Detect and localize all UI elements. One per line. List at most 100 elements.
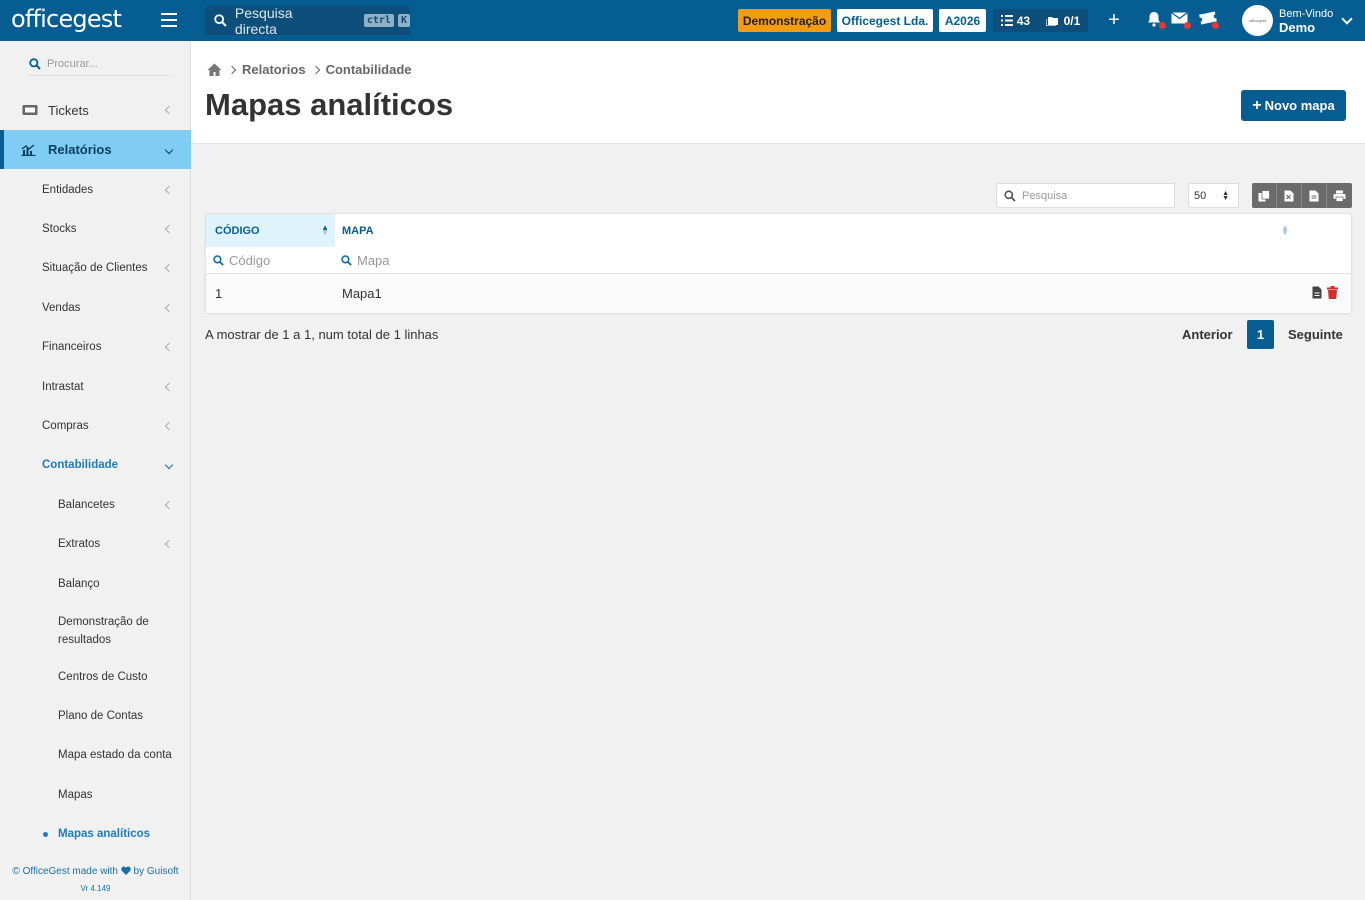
company-selector[interactable]: Officegest Lda. — [837, 9, 933, 32]
sidebar-item-label: Mapa estado da conta — [58, 749, 172, 761]
sidebar-item-centros-custo[interactable]: Centros de Custo — [0, 667, 191, 687]
folders-icon — [1045, 17, 1058, 26]
page-size-select[interactable]: 50 ▲ ▼ — [1188, 183, 1239, 208]
sidebar-item-plano-contas[interactable]: Plano de Contas — [0, 706, 191, 726]
sort-icon: ▲ ▼ — [1281, 223, 1289, 237]
table-search-input[interactable]: Pesquisa — [996, 183, 1175, 208]
sidebar-item-extratos[interactable]: Extratos — [0, 534, 191, 554]
pagination-previous[interactable]: Anterior — [1182, 320, 1233, 349]
chevron-down-icon — [164, 460, 174, 470]
sidebar-item-label: Intrastat — [42, 381, 84, 393]
sidebar-item-vendas[interactable]: Vendas — [0, 298, 191, 318]
sidebar-item-label: Balancetes — [58, 499, 115, 511]
sidebar-item-entidades[interactable]: Entidades — [0, 180, 191, 200]
page-title: Mapas analíticos — [205, 87, 454, 122]
sidebar-item-demonstracao-resultados[interactable]: Demonstração de resultados — [0, 613, 191, 649]
search-icon — [214, 14, 227, 27]
sidebar-item-compras[interactable]: Compras — [0, 416, 191, 436]
filter-codigo-placeholder: Código — [229, 252, 271, 268]
sidebar-item-intrastat[interactable]: Intrastat — [0, 377, 191, 397]
sidebar-item-mapas[interactable]: Mapas — [0, 785, 191, 805]
sidebar-item-stocks[interactable]: Stocks — [0, 219, 191, 239]
chevron-left-icon — [164, 342, 174, 352]
docs-counter[interactable]: 0/1 — [1045, 14, 1080, 28]
sidebar-item-label: Contabilidade — [42, 459, 119, 471]
tasks-count: 43 — [1016, 13, 1031, 28]
chevron-right-icon — [311, 65, 320, 74]
app-logo[interactable]: officegest — [11, 5, 122, 33]
sidebar-item-mapa-estado-conta[interactable]: Mapa estado da conta — [0, 745, 191, 765]
table-info: A mostrar de 1 a 1, num total de 1 linha… — [205, 327, 439, 342]
menu-toggle-icon[interactable] — [161, 13, 177, 27]
chevron-left-icon — [164, 382, 174, 392]
column-header-codigo[interactable]: CÓDIGO ▲ ▼ — [206, 214, 335, 247]
cell-codigo: 1 — [215, 286, 223, 301]
filter-codigo-input[interactable]: Código — [213, 247, 270, 273]
sidebar-item-contabilidade[interactable]: Contabilidade — [0, 455, 191, 475]
trash-icon[interactable] — [1327, 286, 1338, 299]
row-actions — [1312, 286, 1338, 299]
notification-dot — [1159, 22, 1166, 29]
sidebar-search-input[interactable]: Procurar... — [29, 53, 169, 76]
sidebar-item-balanco[interactable]: Balanço — [0, 574, 191, 594]
active-bullet-icon — [43, 831, 48, 837]
search-icon — [29, 58, 41, 70]
sidebar-item-label: Tickets — [48, 102, 89, 118]
notifications-button[interactable] — [1146, 11, 1166, 29]
footer-credit: © OfficeGest made with by Guisoft — [0, 863, 191, 880]
sidebar-item-label: Mapas — [58, 789, 93, 801]
tasks-counter[interactable]: 43 — [1000, 13, 1031, 28]
sort-updown-icon: ▲ ▼ — [1222, 190, 1229, 202]
sidebar-item-balancetes[interactable]: Balancetes — [0, 495, 191, 515]
copy-button[interactable] — [1252, 183, 1277, 208]
file-icon — [1309, 190, 1319, 201]
user-menu[interactable]: officegest Bem-Vindo Demo — [1242, 5, 1353, 36]
pagination-page-1[interactable]: 1 — [1247, 320, 1274, 349]
column-header-mapa[interactable]: MAPA ▲ ▼ — [335, 214, 1351, 247]
search-icon — [341, 254, 352, 266]
sidebar-item-label: Entidades — [42, 184, 94, 196]
home-icon[interactable] — [207, 63, 222, 76]
footer-left-text: © OfficeGest made with — [12, 866, 118, 877]
counters[interactable]: 43 0/1 — [993, 9, 1088, 32]
sidebar: Procurar... Tickets Relatórios Entidades… — [0, 41, 191, 900]
breadcrumb-relatorios[interactable]: Relatorios — [242, 62, 306, 77]
export-buttons — [1252, 183, 1352, 208]
sidebar-item-tickets[interactable]: Tickets — [0, 98, 191, 122]
sidebar-item-mapas-analiticos[interactable]: Mapas analíticos — [0, 824, 191, 844]
printer-icon — [1333, 190, 1346, 202]
quick-add-button[interactable]: + — [1104, 9, 1124, 32]
print-button[interactable] — [1327, 183, 1352, 208]
messages-button[interactable] — [1171, 11, 1191, 29]
filter-mapa-input[interactable]: Mapa — [341, 247, 390, 273]
year-selector[interactable]: A2026 — [939, 9, 986, 32]
chevron-left-icon — [164, 421, 174, 431]
welcome-text: Bem-Vindo — [1279, 7, 1334, 20]
tickets-button[interactable] — [1199, 11, 1219, 29]
table-row[interactable]: 1 Mapa1 — [206, 273, 1351, 313]
heart-icon — [121, 866, 131, 875]
global-search-input[interactable]: Pesquisa directa ctrl K — [205, 5, 410, 37]
sidebar-footer: © OfficeGest made with by Guisoft Vr 4.1… — [0, 863, 191, 897]
kbd-k: K — [397, 14, 410, 27]
sidebar-item-label: Relatórios — [48, 142, 112, 157]
search-icon — [1004, 189, 1016, 202]
chevron-down-icon — [1341, 12, 1353, 25]
plus-icon: + — [1252, 96, 1262, 114]
document-icon[interactable] — [1312, 286, 1322, 299]
new-map-button[interactable]: + Novo mapa — [1241, 90, 1346, 121]
excel-export-button[interactable] — [1277, 183, 1302, 208]
maps-table: CÓDIGO ▲ ▼ MAPA ▲ ▼ Código Mapa 1 Mapa1 — [205, 213, 1352, 313]
sidebar-item-label: Stocks — [42, 223, 77, 235]
chevron-left-icon — [164, 224, 174, 234]
sidebar-item-situacao-clientes[interactable]: Situação de Clientes — [0, 258, 191, 278]
cell-mapa: Mapa1 — [342, 286, 382, 301]
demo-badge[interactable]: Demonstração — [738, 9, 831, 32]
csv-export-button[interactable] — [1302, 183, 1327, 208]
sidebar-item-relatorios[interactable]: Relatórios — [0, 130, 191, 169]
breadcrumb-contabilidade[interactable]: Contabilidade — [326, 62, 412, 77]
sidebar-item-financeiros[interactable]: Financeiros — [0, 337, 191, 357]
pagination-next[interactable]: Seguinte — [1288, 320, 1343, 349]
sidebar-item-label: Mapas analíticos — [58, 828, 151, 840]
column-header-label: CÓDIGO — [215, 224, 260, 237]
